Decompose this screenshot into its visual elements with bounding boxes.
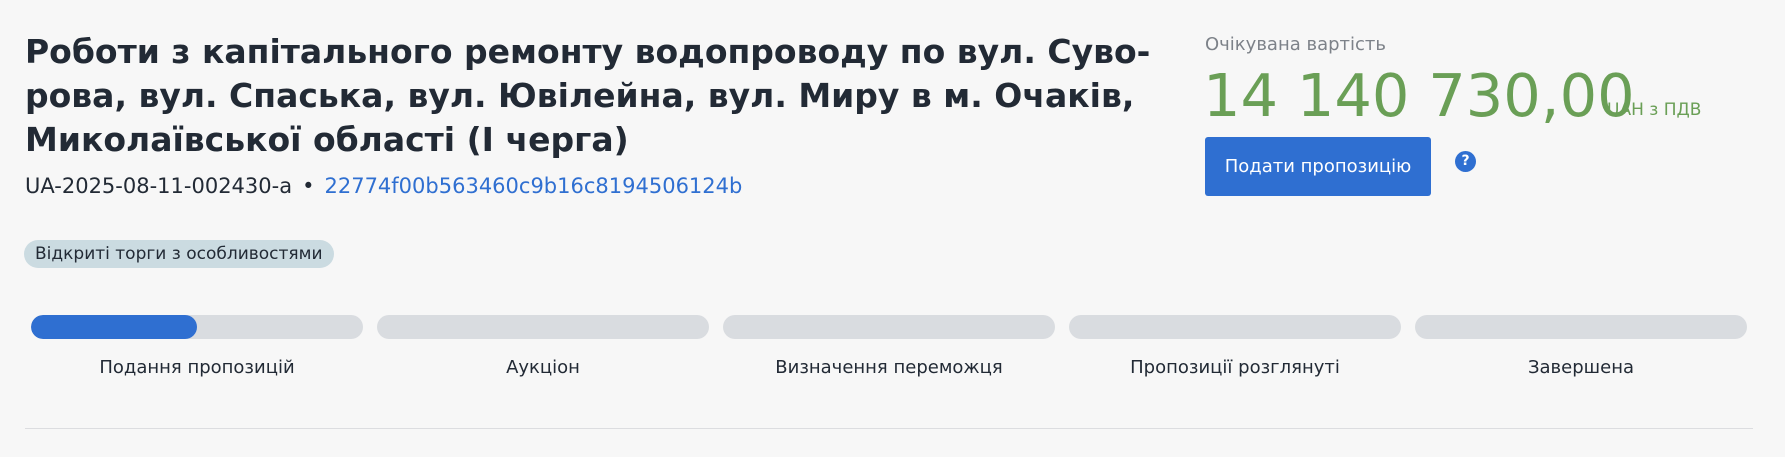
tender-title-line: рова, вул. Спаська, вул. Ювілейна, вул. … <box>25 76 1135 115</box>
id-separator: • <box>302 174 315 198</box>
stage-auction: Аукціон <box>377 315 709 378</box>
procedure-type-badge: Відкриті торги з особливостями <box>24 240 334 268</box>
stage-winner-selection: Визначення переможця <box>723 315 1055 378</box>
tender-stage-progress: Подання пропозицій Аукціон Визначення пе… <box>31 315 1747 378</box>
tender-title: Роботи з капітального ремонту водопровод… <box>25 30 1151 162</box>
stage-label: Подання пропозицій <box>99 357 295 378</box>
tender-title-line: Миколаївської області (І черга) <box>25 120 629 159</box>
stage-track <box>31 315 363 339</box>
stage-label: Визначення переможця <box>775 357 1003 378</box>
stage-submission: Подання пропозицій <box>31 315 363 378</box>
stage-completed: Завершена <box>1415 315 1747 378</box>
tender-hash-link[interactable]: 22774f00b563460c9b16c8194506124b <box>324 174 742 198</box>
stage-proposals-reviewed: Пропозиції розглянуті <box>1069 315 1401 378</box>
help-icon[interactable]: ? <box>1455 151 1476 172</box>
stage-label: Пропозиції розглянуті <box>1130 357 1340 378</box>
stage-track <box>377 315 709 339</box>
tender-id: UA-2025-08-11-002430-a <box>25 174 293 198</box>
tender-header: Роботи з капітального ремонту водопровод… <box>0 0 1785 457</box>
stage-fill <box>31 315 197 339</box>
stage-label: Завершена <box>1527 357 1635 378</box>
tender-identifiers: UA-2025-08-11-002430-a • 22774f00b563460c9… <box>25 171 742 201</box>
submit-proposal-button[interactable]: Подати пропозицію <box>1205 137 1431 196</box>
stage-label: Аукціон <box>506 357 580 378</box>
stage-track <box>723 315 1055 339</box>
expected-cost-currency: UAH з ПДВ <box>1607 100 1702 120</box>
stage-track <box>1415 315 1747 339</box>
expected-cost-label: Очікувана вартість <box>1205 34 1387 55</box>
tender-title-line: Роботи з капітального ремонту водопровод… <box>25 32 1151 71</box>
stage-track <box>1069 315 1401 339</box>
expected-cost-amount: 14 140 730,00 <box>1203 61 1635 130</box>
section-divider <box>25 428 1753 429</box>
